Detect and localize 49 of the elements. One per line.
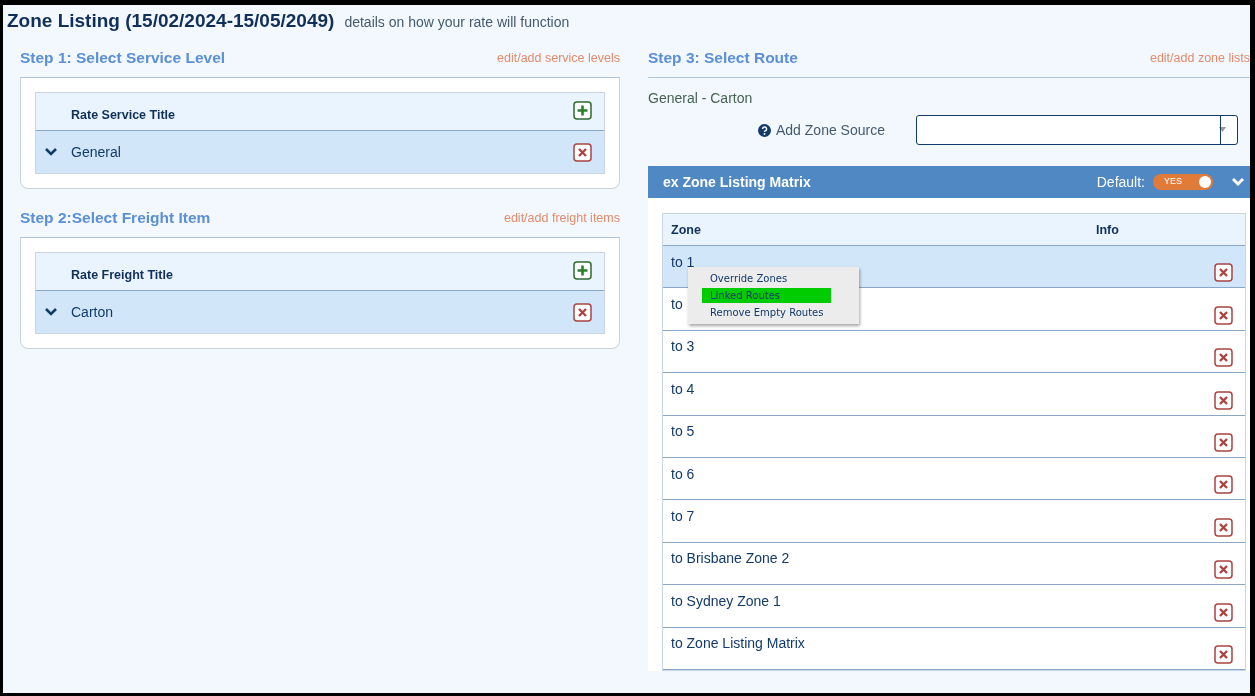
delete-icon[interactable] [573, 302, 592, 322]
page-title: Zone Listing (15/02/2024-15/05/2049) [7, 10, 335, 32]
dropdown-caret-icon[interactable] [1219, 127, 1226, 132]
page-subtitle: details on how your rate will function [344, 14, 570, 30]
zone-source-dropdown[interactable] [916, 115, 1238, 145]
delete-icon[interactable] [1214, 263, 1233, 283]
delete-icon[interactable] [1214, 305, 1233, 325]
delete-icon[interactable] [1214, 517, 1233, 537]
zone-name: to 4 [671, 380, 695, 397]
zone-name: to Brisbane Zone 2 [671, 550, 790, 567]
help-icon[interactable] [758, 123, 771, 137]
column-header: Info [1096, 222, 1119, 237]
delete-icon[interactable] [1214, 560, 1233, 580]
menu-item[interactable]: Override Zones [702, 271, 832, 286]
add-icon[interactable] [573, 261, 592, 280]
chevron-down-icon[interactable] [44, 307, 58, 317]
zone-name: to [671, 296, 683, 313]
column-header: Rate Freight Title [71, 268, 173, 282]
delete-icon[interactable] [1214, 390, 1233, 410]
step-title: Step 3: Select Route [648, 49, 798, 67]
add-icon[interactable] [573, 101, 592, 120]
zone-name: to 1 [671, 253, 695, 270]
step-title: Step 1: Select Service Level [20, 49, 226, 67]
delete-icon[interactable] [1214, 348, 1233, 368]
column-header: Zone [671, 222, 702, 237]
zone-name: to Sydney Zone 1 [671, 592, 781, 609]
row-label: General [71, 144, 122, 160]
default-label: Default: [1096, 174, 1145, 190]
delete-icon[interactable] [1214, 475, 1233, 495]
zone-name: to 5 [671, 423, 695, 440]
delete-icon[interactable] [1214, 602, 1233, 622]
menu-item[interactable]: Remove Empty Routes [702, 305, 832, 320]
table-row[interactable]: Carton [36, 291, 604, 333]
panel-title: ex Zone Listing Matrix [663, 174, 812, 190]
selection-label: General - Carton [648, 90, 754, 106]
column-header: Rate Service Title [71, 108, 175, 122]
delete-icon[interactable] [1214, 432, 1233, 452]
step-title: Step 2:Select Freight Item [20, 209, 211, 227]
delete-icon[interactable] [1214, 644, 1233, 664]
zone-name: to Zone Listing Matrix [671, 635, 805, 652]
field-label: Add Zone Source [776, 122, 886, 138]
zone-name: to 6 [671, 465, 695, 482]
row-label: Carton [71, 304, 115, 320]
zone-name: to 3 [671, 338, 695, 355]
zone-name: to 7 [671, 508, 695, 525]
menu-item[interactable]: Linked Routes [702, 288, 832, 303]
delete-icon[interactable] [573, 142, 592, 162]
table-row[interactable]: General [36, 131, 604, 173]
chevron-down-icon[interactable] [44, 147, 58, 157]
